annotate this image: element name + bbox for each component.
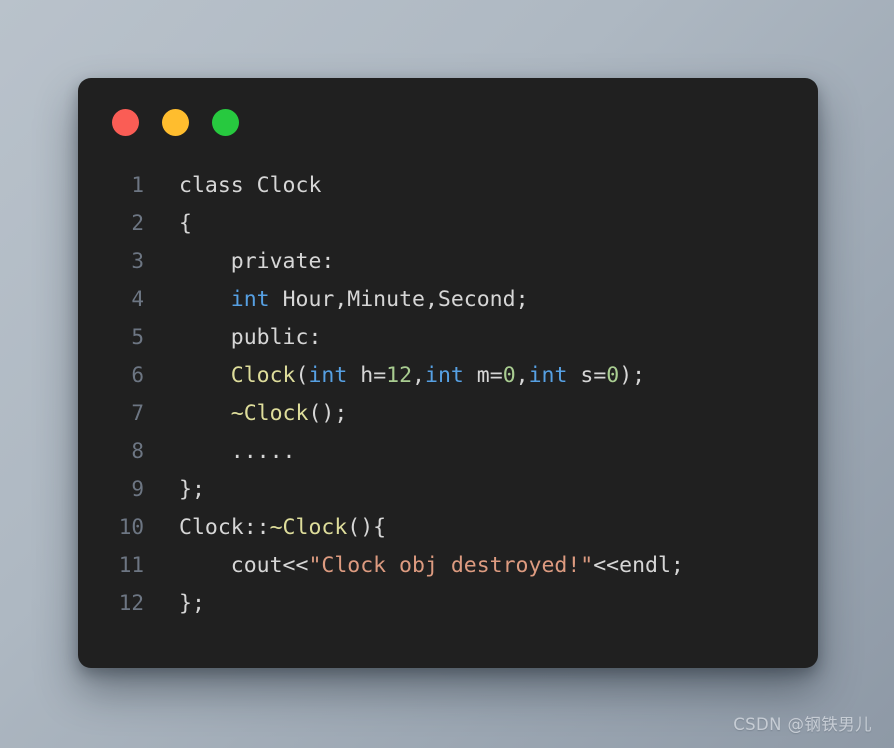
code-token-type: ~Clock <box>230 401 309 426</box>
code-line-text: }; <box>144 585 205 623</box>
close-button-icon[interactable] <box>112 108 139 136</box>
code-line[interactable]: 1 class Clock <box>78 166 818 204</box>
code-token-default: cout<< <box>179 553 309 578</box>
line-number: 6 <box>131 363 144 387</box>
code-token-default: ..... <box>179 439 296 464</box>
code-line-text: cout<<"Clock obj destroyed!"<<endl; <box>144 547 684 585</box>
code-token-default <box>179 363 231 388</box>
code-token-default <box>179 401 231 426</box>
code-token-default: m= <box>463 363 503 388</box>
code-token-default: (){ <box>347 515 387 540</box>
code-line-text: private: <box>144 243 335 281</box>
minimize-button-icon[interactable] <box>162 108 189 136</box>
window-titlebar <box>78 78 818 166</box>
code-line[interactable]: 10 Clock::~Clock(){ <box>78 508 818 546</box>
code-line[interactable]: 4 int Hour,Minute,Second; <box>78 280 818 318</box>
code-token-number: 0 <box>502 363 516 388</box>
code-line[interactable]: 7 ~Clock(); <box>78 394 818 432</box>
code-line-text: public: <box>144 319 322 357</box>
code-token-number: 12 <box>386 363 413 388</box>
code-token-default: private: <box>179 249 335 274</box>
code-token-type: Clock <box>230 363 296 388</box>
code-line[interactable]: 6 Clock(int h=12,int m=0,int s=0); <box>78 356 818 394</box>
code-token-default <box>179 287 231 312</box>
line-number: 3 <box>131 249 144 273</box>
code-token-keyword: int <box>528 363 568 388</box>
code-token-keyword: int <box>425 363 464 388</box>
code-line-text: { <box>144 205 192 243</box>
line-number: 10 <box>118 515 144 539</box>
code-line[interactable]: 12}; <box>78 584 818 622</box>
code-token-keyword: int <box>230 287 270 312</box>
code-line[interactable]: 5 public: <box>78 318 818 356</box>
code-token-default: }; <box>179 477 205 502</box>
line-number: 7 <box>131 401 144 425</box>
line-number: 8 <box>131 439 144 463</box>
code-token-default: h= <box>347 363 387 388</box>
code-token-default: ( <box>295 363 309 388</box>
line-number: 5 <box>131 325 144 349</box>
code-line-text: ..... <box>144 433 296 471</box>
code-line[interactable]: 9}; <box>78 470 818 508</box>
code-token-default: <<endl; <box>593 553 684 578</box>
line-number: 1 <box>131 173 144 197</box>
code-token-default: Clock:: <box>179 515 270 540</box>
code-token-default: public: <box>179 325 322 350</box>
line-number: 4 <box>131 287 144 311</box>
line-number: 2 <box>131 211 144 235</box>
code-token-default: ); <box>619 363 646 388</box>
code-editor[interactable]: 1 class Clock 2{3 private: 4 int Hour,Minut… <box>78 166 818 668</box>
code-token-keyword: int <box>308 363 348 388</box>
code-line[interactable]: 2{ <box>78 204 818 242</box>
code-token-default: , <box>412 363 425 388</box>
code-line-text: class Clock <box>144 167 321 205</box>
code-line-text: ~Clock(); <box>144 395 348 433</box>
code-token-default: (); <box>308 401 348 426</box>
code-window: 1 class Clock 2{3 private: 4 int Hour,Minut… <box>78 78 818 668</box>
code-line[interactable]: 11 cout<<"Clock obj destroyed!"<<endl; <box>78 546 818 584</box>
code-line[interactable]: 8 ..... <box>78 432 818 470</box>
code-token-default: class Clock <box>179 173 322 198</box>
code-line-text: Clock(int h=12,int m=0,int s=0); <box>144 357 645 395</box>
code-line-text: }; <box>144 471 205 509</box>
watermark: CSDN @钢铁男儿 <box>733 715 872 734</box>
code-token-number: 0 <box>606 363 620 388</box>
maximize-button-icon[interactable] <box>212 108 239 136</box>
code-token-default: s= <box>567 363 607 388</box>
line-number: 12 <box>118 591 144 615</box>
code-line-text: Clock::~Clock(){ <box>144 509 386 547</box>
code-token-type: ~Clock <box>269 515 348 540</box>
line-number: 11 <box>118 553 144 577</box>
code-line[interactable]: 3 private: <box>78 242 818 280</box>
code-token-default: { <box>179 211 192 236</box>
code-token-default: , <box>515 363 529 388</box>
code-token-default: Hour,Minute,Second; <box>269 287 529 312</box>
code-line-text: int Hour,Minute,Second; <box>144 281 529 319</box>
code-token-default: }; <box>179 591 205 616</box>
line-number: 9 <box>131 477 144 501</box>
code-token-string: "Clock obj destroyed!" <box>308 553 594 578</box>
